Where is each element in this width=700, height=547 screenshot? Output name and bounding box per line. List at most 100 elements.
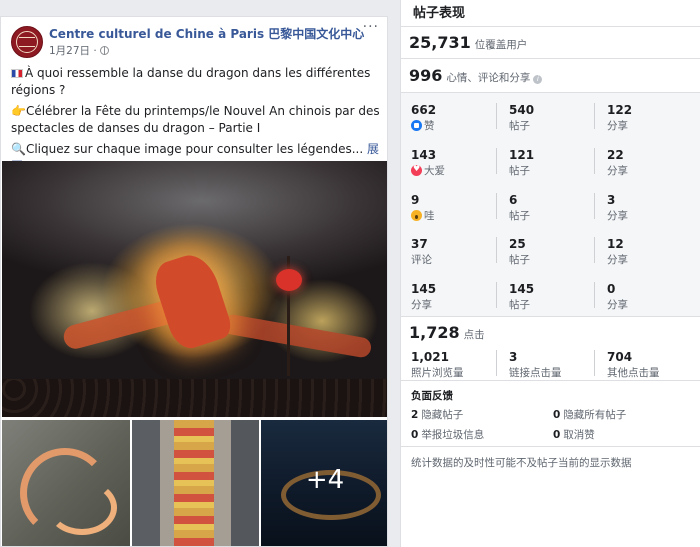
neg-unlike: 0 取消赞 — [553, 427, 595, 442]
stat-cell-label-text: 帖子 — [509, 254, 530, 267]
info-icon[interactable]: i — [533, 75, 543, 84]
stat-cell-label: 大爱 — [411, 163, 445, 178]
stat-cell: 9哇 — [401, 186, 497, 226]
like-reaction-icon — [411, 120, 422, 131]
reach-value: 25,731 — [409, 33, 471, 52]
dragon-head — [149, 248, 235, 354]
stat-cell-label-text: 分享 — [607, 164, 628, 177]
stat-cell-label: 分享 — [607, 208, 628, 223]
neg-hide-all-label: 隐藏所有帖子 — [563, 409, 627, 421]
negative-feedback-section: 负面反馈 2 隐藏帖子 0 隐藏所有帖子 0 举报垃圾信息 0 取消赞 — [401, 380, 700, 446]
column-separator — [594, 282, 595, 309]
love-reaction-icon — [411, 164, 422, 176]
stat-cell-label-text: 分享 — [607, 254, 628, 267]
neg-hide-post-label: 隐藏帖子 — [421, 409, 464, 421]
reach-label: 位覆盖用户 — [474, 39, 528, 51]
page-name-link[interactable]: Centre culturel de Chine à Paris 巴黎中国文化中… — [49, 25, 364, 42]
stat-cell-label: 帖子 — [509, 163, 530, 178]
dragon-pearl — [276, 269, 302, 291]
crowd-silhouette — [2, 379, 387, 417]
stat-cell-number: 145 — [411, 282, 437, 297]
stat-cell: 25 帖子 — [499, 230, 595, 270]
stat-cell-label-text: 大爱 — [424, 164, 445, 177]
post-performance-panel: 帖子表现 25,731 位覆盖用户 996 心情、评论和分享 i 662 赞 540 帖子 1… — [400, 0, 700, 547]
post-date-text[interactable]: 1月27日 · — [49, 45, 97, 57]
stat-cell-label-text: 赞 — [424, 120, 435, 132]
stat-cell-label: 分享 — [411, 297, 432, 312]
stat-cell: 540 帖子 — [499, 96, 595, 136]
thumbnail-1-dragon-curve-2 — [47, 480, 117, 535]
post-header: Centre culturel de Chine à Paris 巴黎中国文化中… — [1, 17, 387, 61]
stat-cell-label-text: 评论 — [411, 254, 432, 267]
stat-cell-label: 分享 — [607, 252, 628, 267]
stat-cell: 22 分享 — [597, 141, 693, 181]
stat-cell-number: 121 — [509, 147, 535, 162]
clicks-section: 1,728 点击 1,021 照片浏览量 3 链接点击量 704 其他点击量 — [401, 316, 700, 380]
click-stat-cell: 3 链接点击量 — [499, 343, 595, 383]
stat-cell-label-text: 帖子 — [509, 120, 530, 132]
neg-report-spam-count: 0 — [411, 429, 419, 441]
engagement-value: 996 — [409, 66, 443, 85]
stat-cell-label: 帖子 — [509, 208, 530, 223]
french-flag-icon — [11, 69, 23, 78]
stat-cell-label: 赞 — [411, 118, 435, 133]
neg-hide-post: 2 隐藏帖子 — [411, 407, 463, 422]
stat-cell-label-text: 分享 — [607, 299, 628, 312]
clicks-total: 1,728 点击 — [409, 323, 485, 342]
click-stat-number: 3 — [509, 350, 518, 364]
column-separator — [496, 103, 497, 129]
column-separator — [594, 350, 595, 376]
column-separator — [594, 237, 595, 264]
stat-cell-number: 3 — [607, 192, 616, 207]
stat-cell-number: 9 — [411, 192, 420, 207]
clicks-value: 1,728 — [409, 323, 460, 342]
click-stat-label: 链接点击量 — [509, 367, 562, 379]
clicks-label: 点击 — [463, 329, 485, 341]
neg-hide-all: 0 隐藏所有帖子 — [553, 407, 626, 422]
stat-cell-number: 145 — [509, 282, 535, 297]
neg-unlike-count: 0 — [553, 429, 561, 441]
stat-cell-label-text: 分享 — [607, 120, 628, 132]
thumbnail-2-dragon-street — [174, 420, 214, 546]
stat-cell-number: 540 — [509, 103, 535, 117]
stat-cell-label-text: 帖子 — [509, 209, 530, 222]
more-options-button[interactable]: ··· — [363, 19, 379, 35]
post-text-line-2: 👉Célébrer la Fête du printemps/le Nouvel… — [11, 104, 380, 135]
stat-cell-label: 分享 — [607, 163, 628, 178]
post-text-line-1-content: À quoi ressemble la danse du dragon dans… — [11, 66, 371, 97]
stat-cell: 3 分享 — [597, 186, 693, 226]
stat-cell-number: 122 — [607, 103, 633, 117]
thumbnail-photo-2[interactable] — [132, 420, 259, 546]
click-stat-label: 照片浏览量 — [411, 367, 464, 379]
stat-cell: 121 帖子 — [499, 141, 595, 181]
dragon-body-right — [221, 313, 373, 359]
page-avatar[interactable] — [11, 26, 43, 58]
stat-cell-number: 12 — [607, 237, 624, 252]
engagement-row: 996 心情、评论和分享 i — [401, 58, 700, 92]
globe-icon — [99, 46, 109, 55]
stat-cell-label: 分享 — [607, 297, 628, 312]
stat-cell: 145 帖子 — [499, 275, 595, 315]
stat-cell: 662 赞 — [401, 96, 497, 136]
click-stat-cell: 1,021 照片浏览量 — [401, 343, 497, 383]
click-stat-number: 1,021 — [411, 350, 449, 364]
neg-unlike-label: 取消赞 — [563, 429, 595, 441]
stat-cell-label-text: 分享 — [411, 299, 432, 312]
thumbnail-photo-3[interactable]: +4 — [261, 420, 387, 546]
click-stat-label: 其他点击量 — [607, 367, 660, 379]
main-photo-dragon-dance[interactable] — [2, 161, 387, 417]
stat-cell-number: 143 — [411, 147, 437, 162]
click-stat-number: 704 — [607, 350, 633, 364]
negative-feedback-title: 负面反馈 — [411, 390, 453, 402]
more-photos-count[interactable]: +4 — [261, 465, 387, 495]
post-date[interactable]: 1月27日 · — [49, 43, 109, 58]
column-separator — [496, 192, 497, 219]
post-text-line-1: À quoi ressemble la danse du dragon dans… — [11, 65, 383, 98]
column-separator — [496, 237, 497, 264]
thumbnail-photo-1[interactable] — [2, 420, 130, 546]
stat-cell: 0 分享 — [597, 275, 693, 315]
stat-cell-number: 662 — [411, 103, 437, 117]
column-separator — [496, 147, 497, 174]
stat-cell-label: 帖子 — [509, 252, 530, 267]
avatar-logo-mark — [19, 37, 35, 47]
